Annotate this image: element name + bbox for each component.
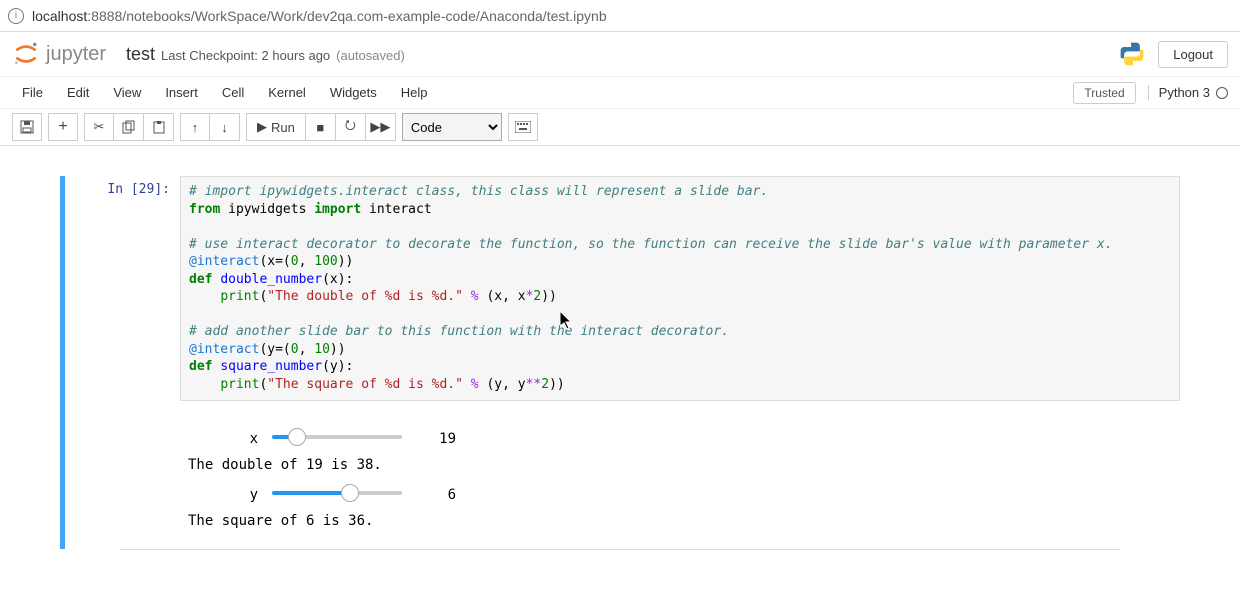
jupyter-brand: jupyter [46, 43, 106, 66]
output-area: x 19 The double of 19 is 38. y 6 [180, 401, 1180, 549]
jupyter-logo[interactable]: jupyter [12, 40, 106, 68]
save-button[interactable] [12, 113, 42, 141]
run-button[interactable]: ▶ Run [246, 113, 306, 141]
command-palette-button[interactable] [508, 113, 538, 141]
add-cell-button[interactable]: + [48, 113, 78, 141]
slider-x-value: 19 [416, 431, 456, 447]
copy-cell-button[interactable] [114, 113, 144, 141]
code-cell[interactable]: In [29]: # import ipywidgets.interact cl… [60, 176, 1180, 549]
output-line-x: The double of 19 is 38. [188, 457, 1180, 473]
slider-x-row: x 19 [188, 431, 1180, 447]
menu-file[interactable]: File [12, 81, 53, 104]
menu-edit[interactable]: Edit [57, 81, 99, 104]
address-bar[interactable]: i localhost:8888/notebooks/WorkSpace/Wor… [0, 0, 1240, 32]
move-up-button[interactable]: ↑ [180, 113, 210, 141]
arrow-up-icon: ↑ [192, 120, 199, 135]
plus-icon: + [58, 118, 67, 136]
interrupt-button[interactable]: ■ [306, 113, 336, 141]
restart-icon: ⭮ [345, 116, 356, 138]
move-down-button[interactable]: ↓ [210, 113, 240, 141]
notebook-name[interactable]: test [126, 44, 155, 65]
slider-y-label: y [188, 487, 258, 503]
menu-kernel[interactable]: Kernel [258, 81, 316, 104]
paste-icon [152, 120, 166, 134]
run-icon: ▶ [257, 119, 267, 135]
slider-x-label: x [188, 431, 258, 447]
menu-widgets[interactable]: Widgets [320, 81, 387, 104]
slider-y-thumb[interactable] [341, 484, 359, 502]
kernel-idle-circle-icon [1216, 87, 1228, 99]
menubar: File Edit View Insert Cell Kernel Widget… [0, 76, 1240, 108]
slider-y[interactable] [272, 491, 402, 499]
slider-y-value: 6 [416, 487, 456, 503]
menu-insert[interactable]: Insert [155, 81, 208, 104]
kernel-name: Python 3 [1159, 85, 1210, 100]
slider-x[interactable] [272, 435, 402, 443]
trusted-badge[interactable]: Trusted [1073, 82, 1135, 104]
paste-cell-button[interactable] [144, 113, 174, 141]
jupyter-header: jupyter test Last Checkpoint: 2 hours ag… [0, 32, 1240, 76]
stop-icon: ■ [316, 120, 324, 135]
toolbar: + ✂ ↑ ↓ ▶ Run ■ ⭮ ▶▶ Code [0, 108, 1240, 146]
menu-cell[interactable]: Cell [212, 81, 254, 104]
kernel-indicator[interactable]: Python 3 [1148, 85, 1228, 100]
output-line-y: The square of 6 is 36. [188, 513, 1180, 529]
python-icon [1118, 40, 1146, 68]
jupyter-icon [12, 40, 40, 68]
cell-prompt: In [29]: [65, 176, 180, 549]
keyboard-icon [515, 121, 531, 133]
autosaved-text: (autosaved) [336, 48, 405, 63]
next-cell-border [120, 549, 1120, 550]
restart-run-all-button[interactable]: ▶▶ [366, 113, 396, 141]
cell-type-select[interactable]: Code [402, 113, 502, 141]
fast-forward-icon: ▶▶ [370, 119, 390, 135]
run-label: Run [271, 120, 295, 135]
url-display: localhost:8888/notebooks/WorkSpace/Work/… [32, 8, 607, 24]
cut-cell-button[interactable]: ✂ [84, 113, 114, 141]
menu-view[interactable]: View [103, 81, 151, 104]
restart-button[interactable]: ⭮ [336, 113, 366, 141]
floppy-icon [20, 120, 34, 134]
arrow-down-icon: ↓ [221, 120, 228, 135]
slider-x-thumb[interactable] [288, 428, 306, 446]
scissors-icon: ✂ [94, 119, 105, 135]
logout-button[interactable]: Logout [1158, 41, 1228, 68]
code-editor[interactable]: # import ipywidgets.interact class, this… [180, 176, 1180, 401]
menu-help[interactable]: Help [391, 81, 438, 104]
notebook-area: In [29]: # import ipywidgets.interact cl… [0, 146, 1240, 560]
copy-icon [122, 120, 136, 134]
checkpoint-text: Last Checkpoint: 2 hours ago [161, 48, 330, 63]
slider-y-row: y 6 [188, 487, 1180, 503]
info-icon: i [8, 8, 24, 24]
